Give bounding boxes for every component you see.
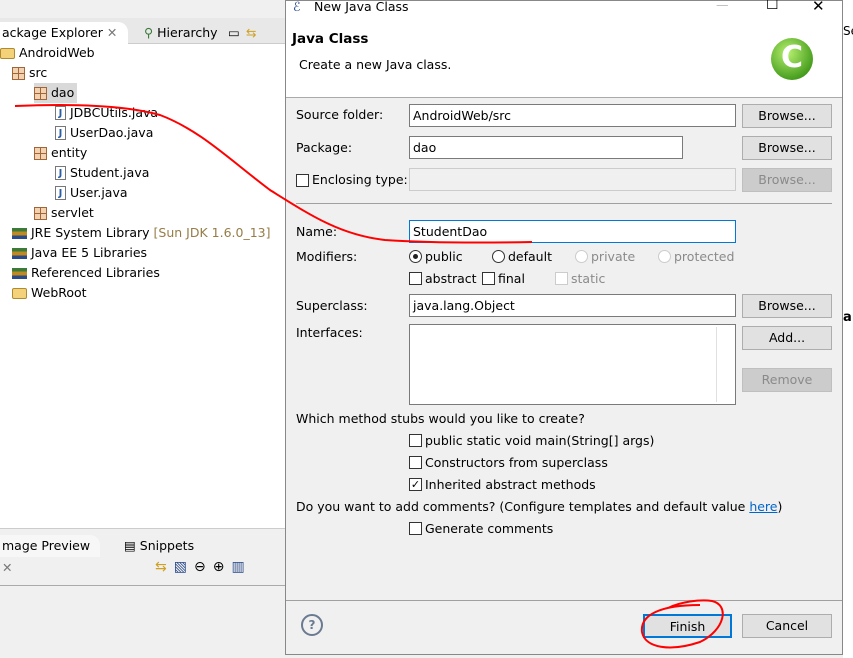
annotation-layer xyxy=(14,103,724,649)
annotation-underline-stroke xyxy=(14,103,533,244)
annotation-circle-stroke xyxy=(640,599,724,649)
